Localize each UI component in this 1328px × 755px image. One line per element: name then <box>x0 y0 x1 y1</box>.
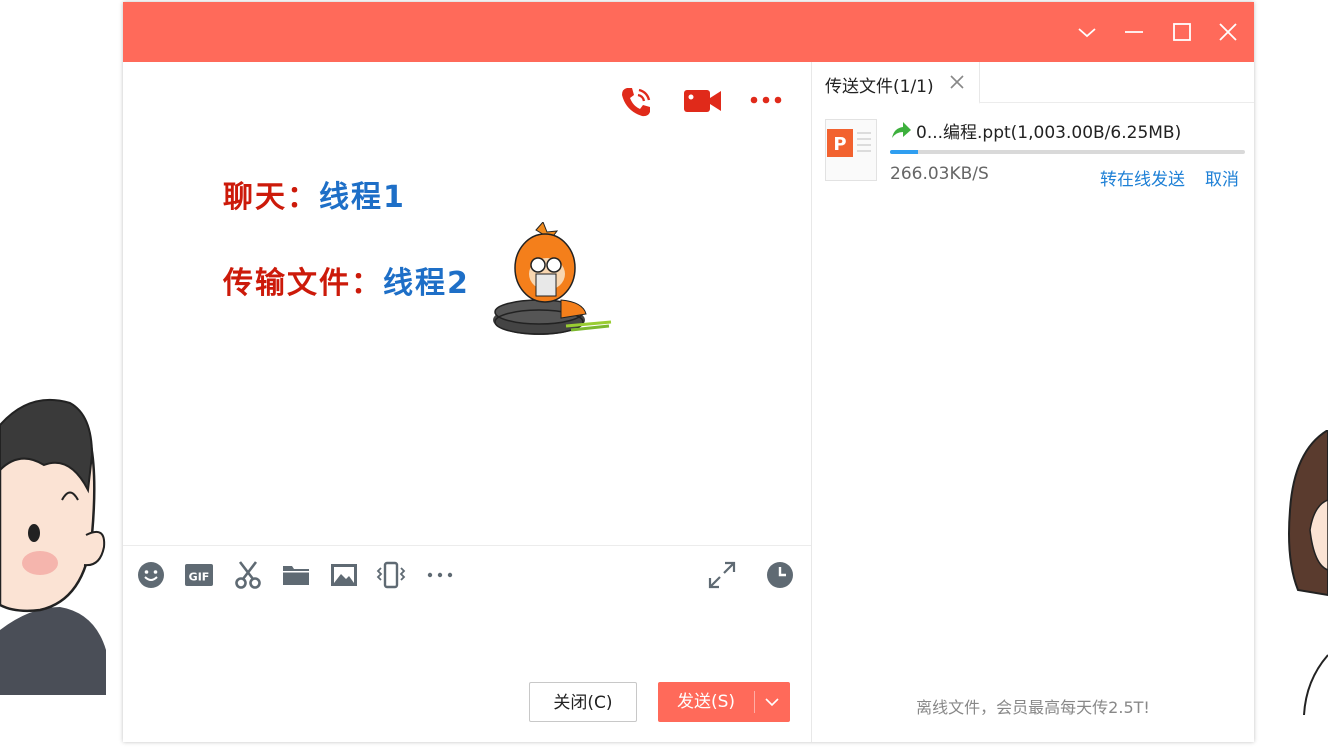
tab-divider <box>979 102 1254 103</box>
chevron-down-icon[interactable] <box>1075 20 1099 44</box>
message-label: 聊天： <box>223 180 319 215</box>
minimize-icon[interactable] <box>1122 20 1146 44</box>
close-icon[interactable] <box>948 73 966 91</box>
scissors-icon[interactable] <box>233 560 263 590</box>
chat-message-1: 聊天：线程1 <box>223 172 406 216</box>
expand-icon[interactable] <box>707 560 737 590</box>
emoji-icon[interactable] <box>136 560 166 590</box>
shake-icon[interactable] <box>376 560 406 590</box>
maximize-icon[interactable] <box>1170 20 1194 44</box>
chat-window: 聊天：线程1 传输文件：线程2 GIF 关闭(C) 发送(S) 传送文件(1/1… <box>123 2 1254 742</box>
folder-icon[interactable] <box>281 560 311 590</box>
title-bar[interactable] <box>123 2 1254 62</box>
phone-call-icon[interactable] <box>618 84 654 124</box>
transfer-speed: 266.03KB/S <box>890 164 989 184</box>
reading-mascot-sticker <box>491 221 616 340</box>
image-icon[interactable] <box>329 560 359 590</box>
tab-file-transfer[interactable]: 传送文件(1/1) <box>812 62 980 104</box>
video-call-icon[interactable] <box>683 86 723 120</box>
history-clock-icon[interactable] <box>765 560 795 590</box>
close-button[interactable]: 关闭(C) <box>529 682 637 722</box>
file-transfer-pane: 传送文件(1/1) P 0...编程.ppt(1,003.00B/6.25MB)… <box>812 62 1254 742</box>
cartoon-boy-decoration <box>0 395 110 695</box>
close-icon[interactable] <box>1216 20 1240 44</box>
upload-arrow-icon <box>890 120 912 140</box>
tab-label: 传送文件(1/1) <box>825 77 934 97</box>
ppt-file-icon: P <box>825 119 877 181</box>
more-icon[interactable] <box>749 90 783 114</box>
chat-message-2: 传输文件：线程2 <box>223 258 470 302</box>
progress-fill <box>890 150 919 154</box>
send-button[interactable]: 发送(S) <box>658 682 790 722</box>
svg-text:P: P <box>833 134 846 155</box>
message-label: 传输文件： <box>223 266 383 301</box>
cancel-link[interactable]: 取消 <box>1205 165 1239 190</box>
more-icon[interactable] <box>425 560 455 590</box>
cartoon-girl-decoration <box>1284 428 1328 716</box>
gif-icon[interactable]: GIF <box>184 560 214 590</box>
chat-pane: 聊天：线程1 传输文件：线程2 GIF 关闭(C) 发送(S) <box>123 62 812 742</box>
offline-file-note: 离线文件，会员最高每天传2.5T! <box>916 698 1150 717</box>
file-name: 0...编程.ppt(1,003.00B/6.25MB) <box>916 123 1182 143</box>
svg-text:GIF: GIF <box>189 571 210 584</box>
input-toolbar: GIF <box>123 545 811 602</box>
message-value: 线程2 <box>383 266 470 301</box>
chevron-down-icon[interactable] <box>760 682 784 722</box>
send-button-label[interactable]: 发送(S) <box>658 682 754 722</box>
transfer-progress-bar <box>890 150 1245 154</box>
message-value: 线程1 <box>319 180 406 215</box>
send-online-link[interactable]: 转在线发送 <box>1100 165 1185 190</box>
send-separator <box>754 691 755 713</box>
